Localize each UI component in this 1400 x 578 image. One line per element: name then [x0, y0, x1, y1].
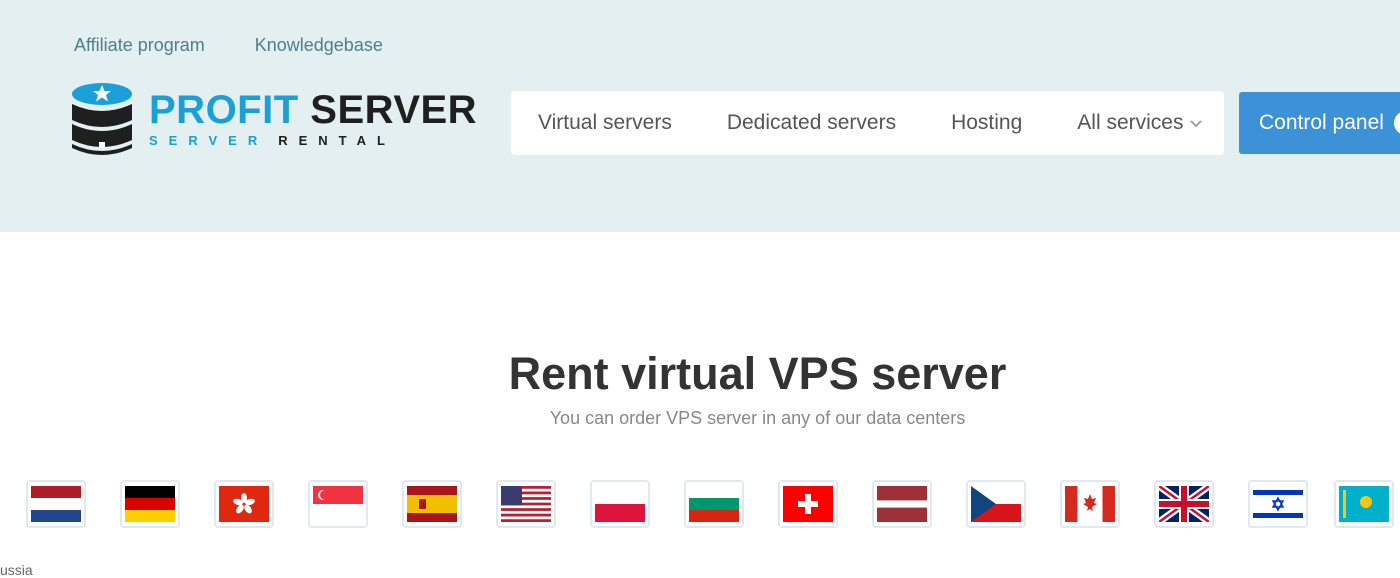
server-stack-icon — [72, 83, 132, 155]
nav-dedicated-servers-label: Dedicated servers — [726, 111, 897, 134]
flag-bulgaria[interactable] — [684, 480, 744, 528]
logo-brand-part2: SERVER — [310, 88, 478, 132]
usa-flag-icon — [501, 486, 551, 522]
knowledgebase-link[interactable]: Knowledgebase — [255, 35, 383, 56]
nav-all-services[interactable]: All services — [1077, 111, 1203, 135]
flag-latvia[interactable] — [872, 480, 932, 528]
flag-usa[interactable] — [496, 480, 556, 528]
nav-virtual-servers-label: Virtual servers — [538, 111, 672, 134]
logo-tag-part1: SERVER — [149, 133, 269, 148]
flag-poland[interactable] — [590, 480, 650, 528]
flag-netherlands[interactable] — [26, 480, 86, 528]
chevron-down-icon — [1190, 120, 1203, 128]
czech-flag-icon — [971, 486, 1021, 522]
logo-tagline: SERVER RENTAL — [149, 133, 477, 148]
nav-hosting[interactable]: Hosting — [951, 111, 1022, 135]
flag-germany[interactable] — [120, 480, 180, 528]
user-icon — [1393, 111, 1400, 135]
logo-brand: PROFIT SERVER — [149, 90, 477, 130]
switzerland-flag-icon — [783, 486, 833, 522]
canada-flag-icon — [1065, 486, 1115, 522]
page-title: Rent virtual VPS server — [508, 348, 1007, 399]
flag-israel[interactable] — [1248, 480, 1308, 528]
nav-virtual-servers[interactable]: Virtual servers — [538, 111, 672, 135]
spain-flag-icon — [407, 486, 457, 522]
main-nav: Virtual servers Dedicated servers Hostin… — [511, 91, 1224, 155]
hong-kong-flag-icon — [219, 486, 269, 522]
nav-hosting-label: Hosting — [951, 111, 1023, 134]
logo-tag-part2: RENTAL — [278, 133, 396, 148]
nav-dedicated-servers[interactable]: Dedicated servers — [727, 111, 896, 135]
top-links: Affiliate program Knowledgebase — [74, 35, 383, 56]
affiliate-program-link[interactable]: Affiliate program — [74, 35, 205, 56]
bulgaria-flag-icon — [689, 486, 739, 522]
flag-switzerland[interactable] — [778, 480, 838, 528]
site-header: Affiliate program Knowledgebase PROFIT S… — [0, 0, 1400, 232]
kazakhstan-flag-icon — [1339, 486, 1389, 522]
flag-singapore[interactable] — [308, 480, 368, 528]
singapore-flag-icon — [313, 486, 363, 522]
flag-uk[interactable] — [1154, 480, 1214, 528]
page-subtitle: You can order VPS server in any of our d… — [549, 408, 966, 428]
germany-flag-icon — [125, 486, 175, 522]
control-panel-button[interactable]: Control panel — [1239, 92, 1400, 154]
latvia-flag-icon — [877, 486, 927, 522]
flag-spain[interactable] — [402, 480, 462, 528]
flag-czech[interactable] — [966, 480, 1026, 528]
control-panel-label: Control panel — [1259, 111, 1384, 134]
flag-kazakhstan[interactable] — [1334, 480, 1394, 528]
netherlands-flag-icon — [31, 486, 81, 522]
logo-brand-part1: PROFIT — [149, 88, 299, 132]
flag-hong-kong[interactable] — [214, 480, 274, 528]
logo[interactable]: PROFIT SERVER SERVER RENTAL — [70, 82, 477, 162]
flag-canada[interactable] — [1060, 480, 1120, 528]
israel-flag-icon — [1253, 486, 1303, 522]
nav-all-services-label: All services — [1077, 111, 1184, 134]
poland-flag-icon — [595, 486, 645, 522]
uk-flag-icon — [1159, 486, 1209, 522]
